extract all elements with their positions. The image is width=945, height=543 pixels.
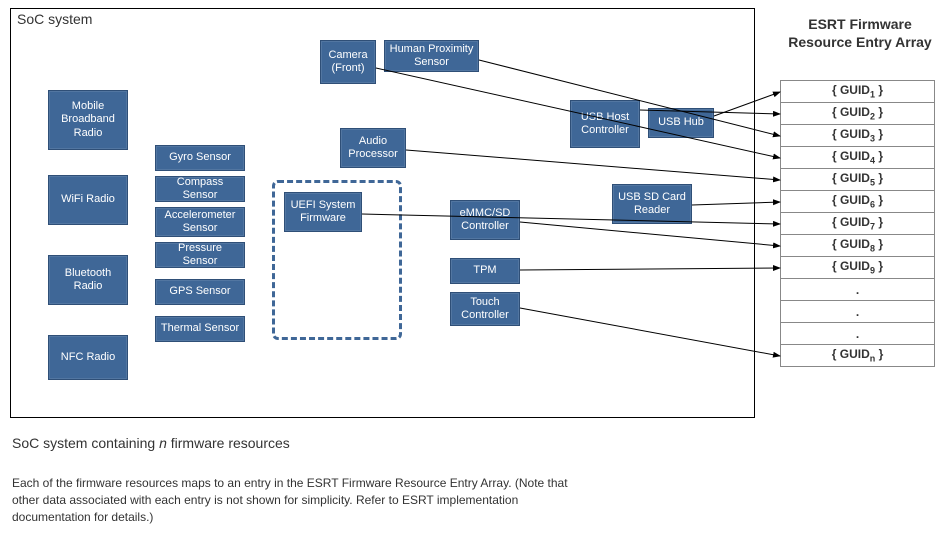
esrt-row: . (781, 279, 935, 301)
block-bluetooth-radio: Bluetooth Radio (48, 255, 128, 305)
esrt-row: { GUIDn } (781, 345, 935, 367)
caption: SoC system containing n firmware resourc… (12, 435, 290, 451)
block-uefi-system-firmware: UEFI System Firmware (284, 192, 362, 232)
block-compass-sensor: Compass Sensor (155, 176, 245, 202)
esrt-row: { GUID6 } (781, 191, 935, 213)
block-camera-front: Camera (Front) (320, 40, 376, 84)
esrt-row: { GUID2 } (781, 103, 935, 125)
esrt-row: . (781, 301, 935, 323)
esrt-row: { GUID3 } (781, 125, 935, 147)
block-emmc-sd-controller: eMMC/SD Controller (450, 200, 520, 240)
block-wifi-radio: WiFi Radio (48, 175, 128, 225)
esrt-row: { GUID5 } (781, 169, 935, 191)
esrt-row: . (781, 323, 935, 345)
block-tpm: TPM (450, 258, 520, 284)
block-gyro-sensor: Gyro Sensor (155, 145, 245, 171)
esrt-row: { GUID4 } (781, 147, 935, 169)
block-nfc-radio: NFC Radio (48, 335, 128, 380)
description: Each of the firmware resources maps to a… (12, 475, 572, 525)
block-touch-controller: Touch Controller (450, 292, 520, 326)
block-gps-sensor: GPS Sensor (155, 279, 245, 305)
block-usb-sd-card-reader: USB SD Card Reader (612, 184, 692, 224)
block-usb-host-controller: USB Host Controller (570, 100, 640, 148)
esrt-row: { GUID1 } (781, 81, 935, 103)
block-audio-processor: Audio Processor (340, 128, 406, 168)
esrt-table: { GUID1 }{ GUID2 }{ GUID3 }{ GUID4 }{ GU… (780, 80, 935, 367)
block-pressure-sensor: Pressure Sensor (155, 242, 245, 268)
block-human-proximity-sensor: Human Proximity Sensor (384, 40, 479, 72)
soc-title: SoC system (17, 11, 92, 27)
block-mobile-broadband-radio: Mobile Broadband Radio (48, 90, 128, 150)
esrt-row: { GUID8 } (781, 235, 935, 257)
block-thermal-sensor: Thermal Sensor (155, 316, 245, 342)
esrt-title: ESRT Firmware Resource Entry Array (780, 15, 940, 51)
block-usb-hub: USB Hub (648, 108, 714, 138)
esrt-row: { GUID7 } (781, 213, 935, 235)
esrt-row: { GUID9 } (781, 257, 935, 279)
block-accelerometer-sensor: Accelerometer Sensor (155, 207, 245, 237)
